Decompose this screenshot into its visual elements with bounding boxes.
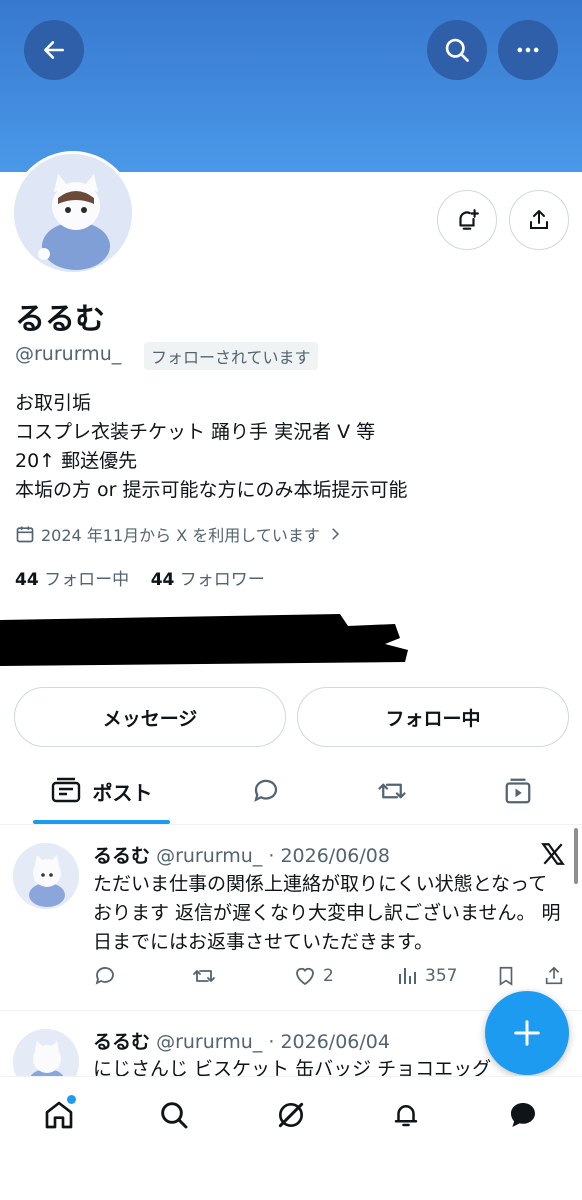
repost-icon [378, 783, 406, 799]
followers-count: 44 [150, 570, 175, 590]
bookmark-button[interactable] [495, 964, 517, 988]
post-share-button[interactable] [543, 964, 565, 988]
followers-label: フォロワー [179, 570, 265, 590]
grok-icon [278, 1102, 304, 1128]
search-button[interactable] [427, 20, 487, 80]
nav-notifications[interactable] [386, 1095, 426, 1135]
display-name: るるむ [15, 302, 105, 337]
repost-button[interactable] [191, 964, 217, 988]
tab-posts-label: ポスト [92, 780, 153, 805]
views-button[interactable]: 357 [395, 964, 457, 988]
reply-button[interactable] [93, 964, 117, 988]
bell-plus-icon [459, 209, 479, 230]
like-count: 2 [323, 966, 334, 986]
post-icon [51, 777, 80, 803]
view-count: 357 [425, 966, 458, 986]
post-author-handle: @rururmu_ [156, 845, 263, 867]
profile-avatar[interactable] [11, 151, 135, 275]
following-label: フォロー中 [44, 570, 130, 590]
bio-line: 本垢の方 or 提示可能な方にのみ本垢提示可能 [15, 479, 408, 501]
search-icon [445, 38, 469, 62]
tab-media[interactable] [488, 758, 548, 824]
post-author-handle: @rururmu_ [156, 1031, 263, 1053]
follows-you-badge: フォローされています [144, 342, 318, 370]
x-logo-icon [541, 843, 565, 865]
calendar-icon [16, 526, 34, 543]
share-button[interactable] [509, 190, 569, 250]
profile-bio: お取引垢 コスプレ衣装チケット 踊り手 実況者 V 等 20↑ 郵送優先 本垢の… [15, 389, 408, 505]
bookmark-icon [499, 966, 513, 986]
redaction-mark [0, 614, 408, 666]
post-actions: 2 357 [93, 964, 573, 994]
compose-button[interactable] [485, 991, 569, 1075]
bio-line: お取引垢 [15, 392, 92, 414]
following-link[interactable]: 44 フォロー中 [15, 570, 129, 590]
following-count: 44 [15, 570, 39, 590]
heart-icon [296, 967, 314, 986]
message-button[interactable]: メッセージ [14, 687, 286, 747]
nav-messages[interactable] [503, 1095, 543, 1135]
followers-link[interactable]: 44 フォロワー [151, 570, 265, 590]
profile-handle: @rururmu_ [15, 343, 122, 365]
reply-icon [95, 967, 114, 985]
nav-grok[interactable] [271, 1095, 311, 1135]
post-avatar[interactable] [13, 843, 79, 909]
share-icon [530, 210, 548, 229]
more-icon [517, 47, 539, 53]
bio-line: コスプレ衣装チケット 踊り手 実況者 V 等 [15, 421, 376, 443]
following-button[interactable]: フォロー中 [297, 687, 569, 747]
nav-search[interactable] [154, 1095, 194, 1135]
post-author-name: るるむ [93, 1031, 151, 1053]
post-author-name: るるむ [93, 845, 151, 867]
bio-line: 20↑ 郵送優先 [15, 450, 138, 472]
more-button[interactable] [498, 20, 558, 80]
post-header: るるむ @rururmu_ · 2026/06/04 [93, 1027, 390, 1054]
notification-dot [67, 1095, 76, 1104]
share-icon [545, 966, 563, 985]
avatar-image [14, 154, 132, 272]
scrollbar[interactable] [574, 828, 578, 884]
joined-date[interactable]: 2024 年11月から X を利用しています [15, 522, 344, 546]
post-item[interactable]: るるむ @rururmu_ · 2026/06/08 ただいま仕事の関係上連絡が… [0, 825, 582, 1011]
back-arrow-icon [44, 41, 64, 59]
messages-icon [511, 1103, 535, 1127]
bell-icon [394, 1105, 418, 1127]
search-icon [161, 1102, 188, 1129]
profile-tabs: ポスト [0, 758, 582, 825]
tab-posts[interactable]: ポスト [33, 758, 170, 824]
like-button[interactable]: 2 [293, 964, 334, 988]
back-button[interactable] [24, 20, 84, 80]
profile-banner [0, 0, 582, 172]
follow-stats: 44 フォロー中 44 フォロワー [15, 565, 265, 590]
post-date: · 2026/06/08 [268, 845, 390, 867]
post-date: · 2026/06/04 [268, 1031, 390, 1053]
chevron-right-icon [332, 528, 339, 540]
tab-replies[interactable] [236, 758, 296, 824]
bottom-navigation [0, 1076, 582, 1200]
analytics-icon [399, 968, 416, 984]
notify-button[interactable] [437, 190, 497, 250]
post-avatar[interactable] [13, 1029, 79, 1077]
joined-text: 2024 年11月から X を利用しています [41, 526, 320, 545]
replies-icon [254, 779, 278, 802]
post-text: ただいま仕事の関係上連絡が取りにくい状態となっております 返信が遅くなり大変申し… [93, 873, 561, 953]
post-header: るるむ @rururmu_ · 2026/06/08 [93, 841, 390, 868]
tab-reposts[interactable] [362, 758, 422, 824]
plus-icon [514, 1020, 540, 1046]
repost-icon [193, 970, 215, 982]
nav-home[interactable] [39, 1095, 79, 1135]
media-icon [505, 778, 531, 804]
active-tab-indicator [33, 820, 170, 824]
